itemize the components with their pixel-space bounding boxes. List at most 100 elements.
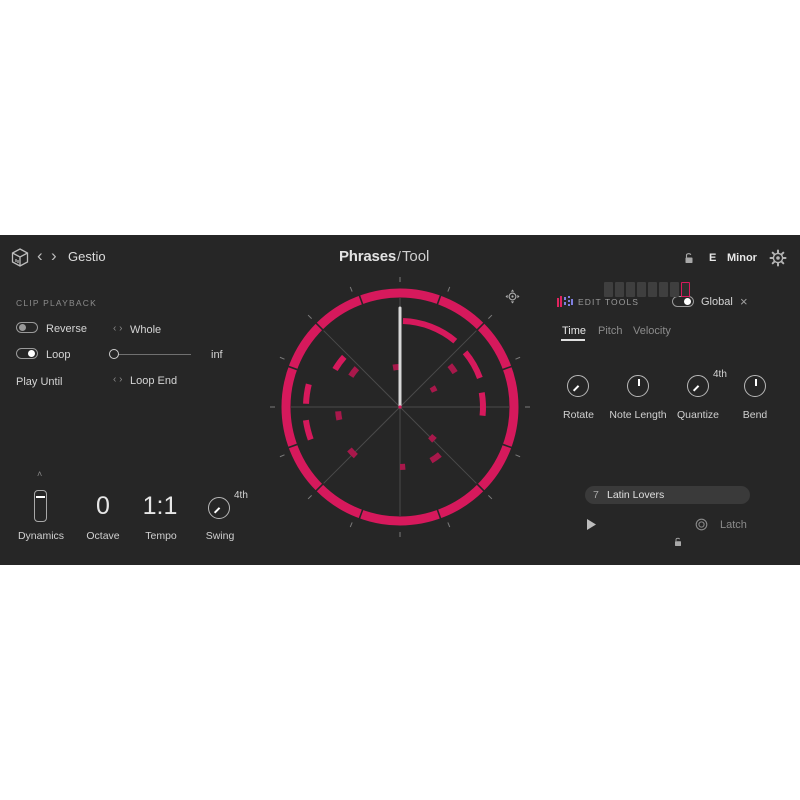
direction-chevrons-icon[interactable]: ‹ ›	[113, 323, 122, 334]
phrase-selector[interactable]: 7 Latin Lovers	[585, 486, 750, 504]
circle-tick	[488, 314, 493, 319]
dynamics-label: Dynamics	[17, 530, 65, 542]
step-lock-icon[interactable]	[674, 537, 682, 547]
circle-tick	[447, 522, 451, 528]
global-toggle[interactable]	[672, 296, 694, 307]
octave-label: Octave	[86, 530, 120, 542]
forward-arrow-button[interactable]: ›	[51, 246, 57, 266]
circle-spoke	[322, 406, 401, 485]
step-cell[interactable]	[637, 282, 646, 297]
note-arc	[447, 363, 458, 375]
app-title-light: Tool	[401, 248, 430, 265]
rotate-label: Rotate	[563, 409, 594, 421]
clip-playback-heading: CLIP PLAYBACK	[16, 298, 97, 308]
swing-value: 4th	[234, 490, 248, 501]
note-arc	[429, 385, 438, 393]
note-arc	[429, 452, 442, 464]
app-logo-icon	[11, 248, 29, 267]
preset-name[interactable]: Gestio	[68, 249, 106, 264]
note-length-knob[interactable]	[627, 375, 649, 397]
lock-open-icon[interactable]	[684, 252, 694, 264]
circle-tick	[279, 454, 285, 458]
dynamics-fader[interactable]	[34, 490, 47, 522]
loop-count-slider-handle[interactable]	[109, 349, 119, 359]
bend-label: Bend	[742, 409, 768, 421]
app-title-bold: Phrases	[339, 248, 396, 265]
step-cell[interactable]	[648, 282, 657, 297]
move-crosshair-icon[interactable]	[505, 289, 520, 304]
note-arc	[335, 411, 343, 421]
play-until-chevrons-icon[interactable]: ‹ ›	[113, 374, 122, 385]
circle-tick	[307, 314, 312, 319]
play-icon[interactable]	[586, 518, 597, 531]
tab-time-underline	[561, 339, 585, 341]
tempo-label: Tempo	[145, 530, 177, 542]
circle-tick	[515, 356, 521, 360]
key-root[interactable]: E	[709, 252, 716, 264]
note-arc	[428, 433, 437, 443]
center-dot	[398, 405, 402, 409]
note-arcs	[302, 318, 486, 470]
gear-icon[interactable]	[769, 249, 787, 267]
note-arc	[462, 350, 483, 380]
play-until-value[interactable]: Loop End	[130, 375, 177, 387]
step-cell[interactable]	[615, 282, 624, 297]
circle-tick	[447, 286, 451, 292]
dynamics-up-icon[interactable]: ˄	[37, 469, 42, 479]
play-until-label: Play Until	[16, 376, 63, 388]
step-cell[interactable]	[670, 282, 679, 297]
octave-value[interactable]: 0	[83, 492, 123, 521]
key-scale[interactable]: Minor	[727, 252, 757, 264]
tab-time[interactable]: Time	[562, 325, 586, 337]
phrase-number: 7	[593, 489, 599, 501]
circle-tick	[279, 356, 285, 360]
circle-tick	[488, 495, 493, 500]
back-arrow-button[interactable]: ‹	[37, 246, 43, 266]
step-cell[interactable]	[626, 282, 635, 297]
circle-tick	[515, 454, 521, 458]
latch-label: Latch	[720, 519, 747, 531]
note-arc	[402, 318, 458, 344]
edit-tools-icon	[557, 296, 573, 307]
phrase-circle[interactable]	[268, 275, 532, 539]
app-title: Phrases/Tool	[339, 248, 430, 265]
edit-tools-heading: EDIT TOOLS	[578, 297, 640, 307]
step-cell[interactable]	[659, 282, 668, 297]
tempo-value[interactable]: 1:1	[136, 492, 184, 521]
phrase-name: Latin Lovers	[607, 489, 665, 501]
reverse-label: Reverse	[46, 323, 87, 335]
circle-tick	[307, 495, 312, 500]
quantize-value: 4th	[713, 369, 727, 380]
circle-spoke	[399, 406, 478, 485]
loop-count-value: inf	[211, 349, 223, 361]
note-length-label: Note Length	[609, 409, 667, 421]
close-edit-tools-button[interactable]: ×	[740, 294, 748, 309]
latch-icon[interactable]	[695, 518, 708, 531]
note-arc	[303, 383, 312, 404]
note-arc	[332, 354, 347, 372]
tab-velocity[interactable]: Velocity	[633, 325, 671, 337]
bend-knob[interactable]	[744, 375, 766, 397]
swing-label: Swing	[205, 530, 235, 542]
note-arc	[302, 419, 314, 441]
quantize-knob[interactable]	[687, 375, 709, 397]
loop-label: Loop	[46, 349, 71, 361]
note-arc	[392, 364, 399, 371]
circle-tick	[349, 522, 353, 528]
tab-pitch[interactable]: Pitch	[598, 325, 622, 337]
swing-knob[interactable]	[208, 497, 230, 519]
loop-toggle[interactable]	[16, 348, 38, 359]
step-cell[interactable]	[681, 282, 690, 297]
step-cell[interactable]	[604, 282, 613, 297]
circle-tick	[349, 286, 353, 292]
direction-value[interactable]: Whole	[130, 324, 161, 336]
rotate-knob[interactable]	[567, 375, 589, 397]
loop-count-slider-track[interactable]	[114, 354, 191, 355]
quantize-label: Quantize	[676, 409, 720, 421]
circle-spoke	[399, 329, 478, 408]
note-arc	[347, 447, 358, 459]
note-arc	[348, 366, 360, 378]
global-label: Global	[701, 296, 733, 308]
note-arc	[478, 392, 486, 416]
reverse-toggle[interactable]	[16, 322, 38, 333]
